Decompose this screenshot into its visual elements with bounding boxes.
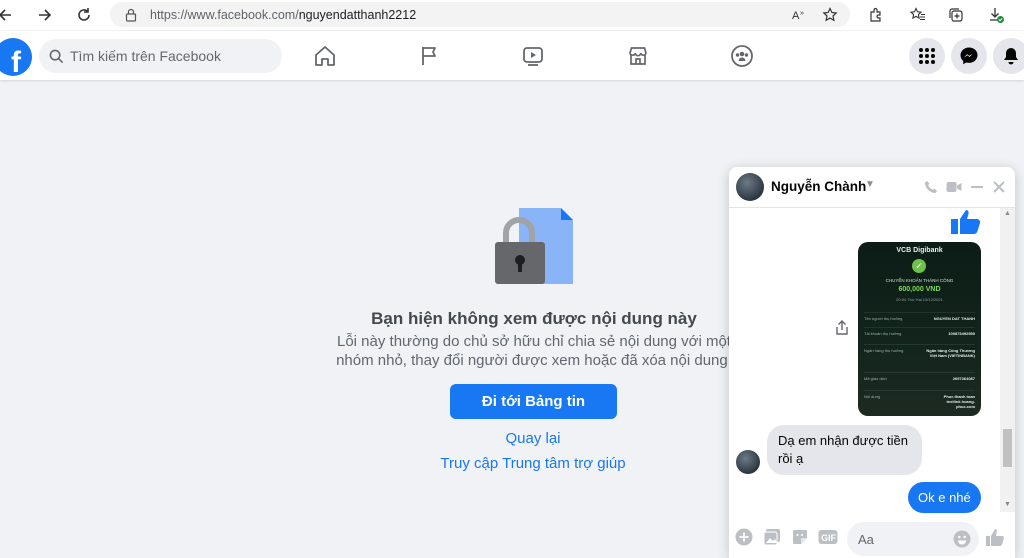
- outgoing-message: Ok e nhé: [908, 482, 981, 513]
- message-input[interactable]: [847, 522, 947, 556]
- favorites-icon[interactable]: [908, 5, 928, 25]
- locked-content-illustration: [493, 206, 575, 288]
- receipt-time: 20:04 Thứ Hai 13/12/2021: [896, 297, 943, 302]
- bank-transfer-receipt-image[interactable]: VCB Digibank ✓ CHUYỂN KHOẢN THÀNH CÔNG 6…: [858, 242, 981, 416]
- menu-grid-icon[interactable]: [909, 38, 945, 74]
- messenger-chat-window: Nguyễn Chành ▼ VCB Digibank ✓ CHUYỂN KHO…: [729, 167, 1015, 558]
- error-description: Lỗi này thường do chủ sở hữu chỉ chia sẻ…: [334, 332, 734, 370]
- go-back-link[interactable]: Quay lại: [470, 430, 596, 447]
- receipt-row: Mã giao dịch 2697364087: [864, 372, 975, 381]
- notifications-bell-icon[interactable]: [993, 38, 1024, 74]
- contact-name[interactable]: Nguyễn Chành: [771, 179, 866, 194]
- thumbs-up-icon: [949, 208, 983, 239]
- photo-icon[interactable]: [762, 527, 782, 547]
- read-aloud-icon[interactable]: A»: [790, 5, 810, 25]
- chat-messages: VCB Digibank ✓ CHUYỂN KHOẢN THÀNH CÔNG 6…: [729, 208, 1015, 513]
- video-call-icon[interactable]: [945, 178, 963, 196]
- emoji-icon[interactable]: [953, 530, 971, 553]
- receipt-amount: 600,000 VND: [898, 286, 941, 293]
- contact-avatar[interactable]: [736, 173, 764, 201]
- close-icon[interactable]: [990, 178, 1008, 196]
- receipt-row: Tài khoản thụ hưởng 100873492950: [864, 327, 975, 336]
- url-text: https://www.facebook.com/nguyendatthanh2…: [150, 7, 417, 22]
- scroll-down-icon[interactable]: ▼: [1003, 501, 1012, 509]
- svg-text:»: »: [800, 10, 804, 17]
- add-favorite-icon[interactable]: [820, 5, 840, 25]
- help-center-link[interactable]: Truy cập Trung tâm trợ giúp: [420, 455, 646, 472]
- groups-icon[interactable]: [729, 43, 755, 69]
- incoming-message: Dạ em nhận được tiền rồi ạ: [767, 425, 922, 475]
- receipt-bank-name: VCB Digibank: [896, 247, 943, 254]
- downloads-icon[interactable]: [986, 5, 1006, 25]
- sticker-icon[interactable]: [790, 527, 810, 547]
- go-to-feed-button[interactable]: Đi tới Bảng tin: [450, 384, 617, 419]
- minimize-icon[interactable]: [968, 178, 986, 196]
- receipt-row: Nội dung Phuc thanh toan textlink hoang-p…: [864, 390, 975, 409]
- facebook-header: f: [0, 31, 1024, 80]
- address-bar[interactable]: https://www.facebook.com/nguyendatthanh2…: [110, 2, 850, 27]
- search-input[interactable]: [70, 48, 270, 64]
- receipt-status: CHUYỂN KHOẢN THÀNH CÔNG: [885, 278, 954, 283]
- share-icon[interactable]: [834, 320, 850, 336]
- search-box[interactable]: [39, 39, 282, 73]
- facebook-logo[interactable]: f: [0, 38, 32, 76]
- error-description-line: Lỗi này thường do chủ sở hữu chỉ chia sẻ…: [337, 333, 731, 350]
- chat-composer: GIF: [729, 519, 1015, 558]
- marketplace-icon[interactable]: [625, 43, 651, 69]
- back-arrow-icon[interactable]: [0, 4, 16, 26]
- browser-toolbar: https://www.facebook.com/nguyendatthanh2…: [0, 0, 1024, 30]
- error-heading: Bạn hiện không xem được nội dung này: [371, 309, 697, 328]
- gif-icon[interactable]: GIF: [818, 527, 838, 547]
- svg-text:GIF: GIF: [821, 533, 837, 543]
- scroll-up-icon[interactable]: ▲: [1003, 210, 1012, 218]
- search-icon: [49, 49, 64, 63]
- messenger-icon[interactable]: [951, 38, 987, 74]
- pages-flag-icon[interactable]: [417, 43, 443, 69]
- error-description-line: nhóm nhỏ, thay đổi người được xem hoặc đ…: [336, 352, 732, 369]
- watch-video-icon[interactable]: [520, 43, 546, 69]
- home-icon[interactable]: [312, 43, 338, 69]
- extensions-icon[interactable]: [866, 5, 886, 25]
- thumbs-up-icon[interactable]: [985, 527, 1005, 547]
- refresh-icon[interactable]: [73, 4, 95, 26]
- plus-circle-icon[interactable]: [734, 527, 754, 547]
- chat-scrollbar[interactable]: ▲ ▼: [1000, 208, 1015, 512]
- collections-icon[interactable]: [946, 5, 966, 25]
- chevron-down-icon[interactable]: ▼: [865, 179, 875, 190]
- receipt-row: Tên người thụ hưởng NGUYEN DAT THANH: [864, 312, 975, 321]
- padlock-icon: [125, 8, 137, 22]
- message-input-box[interactable]: [847, 522, 979, 556]
- svg-text:A: A: [792, 10, 800, 22]
- contact-avatar[interactable]: [736, 450, 760, 474]
- receipt-row: Ngân hàng thụ hưởng Ngân hàng Công Thương…: [864, 344, 975, 358]
- phone-call-icon[interactable]: [922, 178, 940, 196]
- forward-arrow-icon[interactable]: [34, 4, 56, 26]
- scrollbar-thumb[interactable]: [1003, 429, 1012, 467]
- check-icon: ✓: [912, 259, 926, 273]
- chat-header: Nguyễn Chành ▼: [729, 167, 1015, 208]
